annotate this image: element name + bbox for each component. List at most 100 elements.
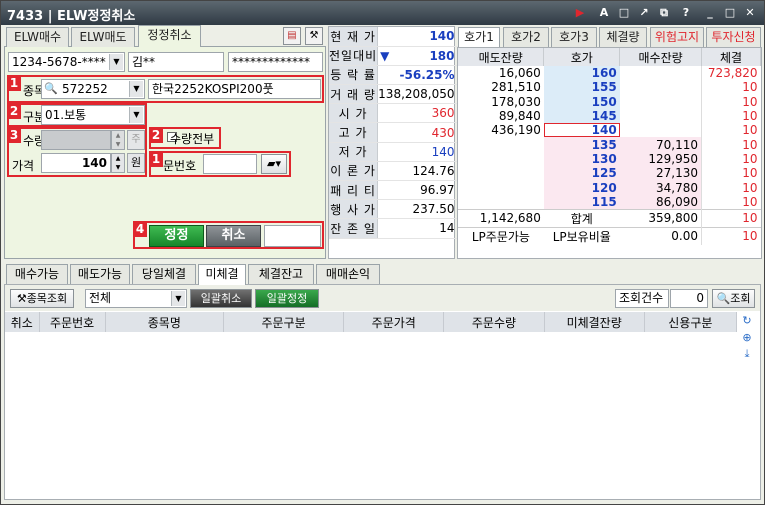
font-icon[interactable]: A: [597, 6, 611, 20]
price-value-text: 180: [429, 48, 455, 63]
price-stepper[interactable]: ▲ ▼: [111, 153, 125, 173]
column-header[interactable]: 주문번호: [39, 312, 106, 332]
price-row-value: 430: [377, 122, 459, 143]
ask-price: 155: [543, 80, 620, 95]
layout-icon[interactable]: □: [617, 6, 631, 20]
tab-orderbook2[interactable]: 호가2: [503, 27, 549, 47]
price-row: 전일대비 ▼ 180: [329, 46, 459, 66]
bid-row[interactable]: 125 27,130 10: [458, 166, 761, 181]
bulk-cancel-button[interactable]: 일괄취소: [190, 289, 252, 308]
bid-row[interactable]: 115 86,090 10: [458, 194, 761, 210]
order-no-input[interactable]: [203, 154, 257, 174]
ask-qty: 89,840: [458, 108, 544, 124]
bid-row[interactable]: 130 129,950 10: [458, 151, 761, 167]
bid-row[interactable]: 135 70,110 10: [458, 137, 761, 152]
maximize-icon[interactable]: □: [723, 6, 737, 20]
qty-all-label: 수량전부: [170, 132, 215, 146]
tab-invest-apply[interactable]: 투자신청: [706, 27, 761, 47]
qty-stepper[interactable]: ▲ ▼: [111, 130, 125, 150]
restore-icon[interactable]: ⧉: [657, 6, 671, 20]
ask-row[interactable]: 436,190 140 10: [458, 123, 761, 138]
search-icon: 🔍: [716, 292, 731, 305]
ask-row[interactable]: 281,510 155 10: [458, 80, 761, 95]
help-icon[interactable]: ?: [679, 6, 693, 20]
qty-max-button[interactable]: 주: [127, 130, 145, 150]
confirm-input[interactable]: [264, 225, 321, 247]
ask-price: 160: [543, 66, 620, 81]
kind-select[interactable]: 01.보통 ▼: [41, 105, 145, 125]
column-header[interactable]: 주문구분: [223, 312, 345, 332]
scroll-bottom-icon[interactable]: ⤓: [739, 347, 755, 361]
search-button[interactable]: 🔍조회: [712, 289, 755, 308]
price-row-value: 96.97: [377, 180, 459, 201]
play-icon[interactable]: ▶: [573, 6, 587, 20]
bid-qty-empty: [619, 108, 702, 124]
column-header[interactable]: 신용구분: [644, 312, 738, 332]
refresh-icon[interactable]: ↻: [739, 314, 755, 328]
close-icon[interactable]: ✕: [743, 6, 757, 20]
ask-qty: 436,190: [458, 123, 544, 138]
down-arrow-icon: ▼: [380, 48, 390, 63]
trade-volume: 10: [701, 108, 761, 124]
bid-qty-empty: [619, 66, 702, 81]
tab-today-filled[interactable]: 당일체결: [132, 264, 196, 284]
minimize-icon[interactable]: _: [703, 6, 717, 20]
tool-icon[interactable]: ⚒: [305, 27, 323, 45]
search-icon[interactable]: 🔍: [44, 82, 58, 95]
step-badge: 2: [149, 127, 163, 143]
cancel-button[interactable]: 취소: [206, 225, 261, 247]
bid-qty: 129,950: [619, 151, 702, 167]
tool-icon: ⚒: [16, 292, 27, 305]
ask-row[interactable]: 16,060 160 723,820: [458, 66, 761, 81]
bid-qty: 70,110: [619, 137, 702, 152]
column-header[interactable]: 주문가격: [343, 312, 445, 332]
bid-row[interactable]: 120 34,780 10: [458, 180, 761, 195]
trade-volume: 10: [701, 94, 761, 109]
price-row: 현 재 가 140: [329, 27, 459, 47]
tab-sellable[interactable]: 매도가능: [70, 264, 130, 284]
price-row: 패 리 티 96.97: [329, 180, 459, 201]
password-field[interactable]: *************: [228, 52, 323, 72]
tab-orderbook3[interactable]: 호가3: [551, 27, 597, 47]
print-icon[interactable]: ▤: [283, 27, 301, 45]
step-badge: 4: [133, 221, 147, 237]
column-header[interactable]: 미체결잔량: [544, 312, 645, 332]
folder-icon[interactable]: ▰▾: [261, 154, 287, 174]
tab-risk-notice[interactable]: 위험고지: [650, 27, 704, 47]
tab-elw-buy[interactable]: ELW매수: [6, 27, 69, 47]
price-unit-button[interactable]: 원: [127, 153, 145, 173]
title-bar: 7433 | ELW정정취소 ▶ A □ ↗ ⧉ ? _ □ ✕: [1, 1, 764, 25]
price-row: 고 가 430: [329, 122, 459, 143]
bulk-modify-button[interactable]: 일괄정정: [255, 289, 319, 308]
column-header[interactable]: 종목명: [105, 312, 224, 332]
modify-button[interactable]: 정정: [149, 225, 204, 247]
trade-volume: 10: [701, 137, 761, 152]
column-header[interactable]: 주문수량: [443, 312, 545, 332]
tab-modify-cancel[interactable]: 정정취소: [138, 25, 201, 47]
ask-row[interactable]: 89,840 145 10: [458, 108, 761, 124]
column-header[interactable]: 취소: [5, 312, 40, 332]
lp-ratio-value: 0.00: [619, 226, 702, 245]
bid-qty-empty: [619, 80, 702, 95]
stock-search-button[interactable]: ⚒종목조회: [10, 289, 74, 308]
tab-filled-balance[interactable]: 체결잔고: [248, 264, 314, 284]
filter-select[interactable]: 전체 ▼: [85, 289, 187, 308]
ask-row[interactable]: 178,030 150 10: [458, 94, 761, 109]
popout-icon[interactable]: ↗: [637, 6, 651, 20]
qty-input[interactable]: [41, 130, 111, 150]
add-icon[interactable]: ⊕: [739, 331, 755, 345]
count-value: 0: [670, 289, 708, 308]
tab-buyable[interactable]: 매수가능: [6, 264, 68, 284]
tab-orderbook1[interactable]: 호가1: [458, 27, 500, 47]
price-row-value: 138,208,050: [377, 84, 459, 105]
tab-unfilled[interactable]: 미체결: [198, 264, 246, 285]
price-input[interactable]: 140: [41, 153, 111, 173]
account-select[interactable]: 1234-5678-**** ▼: [8, 52, 125, 72]
ask-price: 140: [543, 123, 620, 138]
tab-volume[interactable]: 체결량: [599, 27, 647, 47]
tab-pnl[interactable]: 매매손익: [316, 264, 380, 284]
tab-elw-sell[interactable]: ELW매도: [71, 27, 135, 47]
ask-total: 1,142,680: [458, 208, 544, 228]
bid-price: 135: [543, 137, 620, 152]
trade-volume: 10: [701, 151, 761, 167]
